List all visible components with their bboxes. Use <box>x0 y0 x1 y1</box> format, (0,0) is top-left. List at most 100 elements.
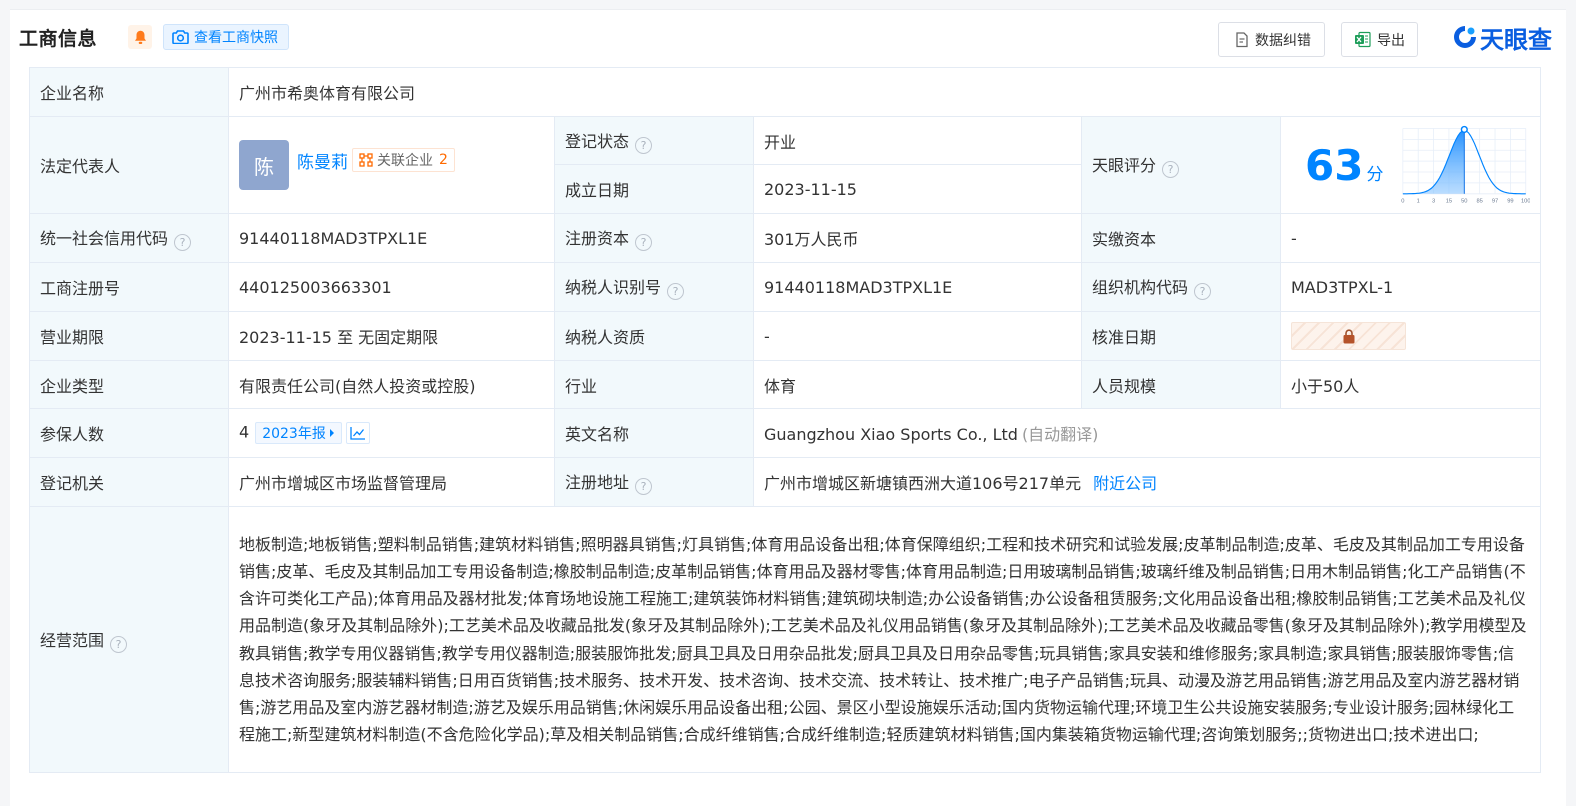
score-label-cell: 天眼评分? <box>1081 116 1281 214</box>
chart-tick-label: 3 <box>1432 198 1435 204</box>
annual-report-button[interactable]: 2023年报 <box>255 422 342 444</box>
help-icon[interactable]: ? <box>174 234 192 251</box>
reg-capital-label: 注册资本 <box>565 229 630 248</box>
authority-value: 广州市增城区市场监督管理局 <box>228 457 555 507</box>
legal-rep-name-link[interactable]: 陈曼莉 <box>297 153 348 173</box>
row-authority: 登记机关 广州市增城区市场监督管理局 注册地址? 广州市增城区新塘镇西洲大道10… <box>29 457 1542 507</box>
view-snapshot-button[interactable]: 查看工商快照 <box>163 24 289 50</box>
help-icon[interactable]: ? <box>667 283 685 300</box>
status-value: 开业 <box>753 116 1082 165</box>
row-reg-no: 工商注册号 440125003663301 纳税人识别号? 91440118MA… <box>29 262 1542 312</box>
line-chart-icon <box>350 427 365 440</box>
address-label: 注册地址 <box>565 473 630 492</box>
avatar[interactable]: 陈 <box>239 140 289 190</box>
reg-no-value: 440125003663301 <box>228 262 555 312</box>
credit-code-value: 91440118MAD3TPXL1E <box>228 213 555 263</box>
authority-label: 登记机关 <box>29 457 229 507</box>
scope-value: 地板制造;地板销售;塑料制品销售;建筑材料销售;照明器具销售;灯具销售;体育用品… <box>227 506 1542 773</box>
paid-capital-label: 实缴资本 <box>1081 213 1281 263</box>
insured-value: 4 <box>239 422 250 442</box>
export-button[interactable]: 导出 <box>1341 22 1418 57</box>
tax-qual-label: 纳税人资质 <box>554 311 754 361</box>
lock-icon <box>1343 328 1354 343</box>
score-distribution-chart: 0 1 3 15 50 85 97 99 100 <box>1402 125 1530 204</box>
reg-capital-value: 301万人民币 <box>753 213 1082 263</box>
term-value: 2023-11-15 至 无固定期限 <box>228 311 555 361</box>
row-scope: 经营范围? 地板制造;地板销售;塑料制品销售;建筑材料销售;照明器具销售;灯具销… <box>29 506 1542 773</box>
caret-right-icon <box>329 429 334 437</box>
status-label: 登记状态 <box>565 131 630 151</box>
row-term: 营业期限 2023-11-15 至 无固定期限 纳税人资质 - 核准日期 <box>29 311 1542 361</box>
help-icon[interactable]: ? <box>1162 161 1180 178</box>
help-icon[interactable]: ? <box>635 234 653 251</box>
address-label-cell: 注册地址? <box>554 457 754 507</box>
data-correction-button[interactable]: 数据纠错 <box>1218 22 1325 57</box>
type-label: 企业类型 <box>29 360 229 409</box>
help-icon[interactable]: ? <box>1194 283 1212 300</box>
term-label: 营业期限 <box>29 311 229 361</box>
org-code-label-cell: 组织机构代码? <box>1081 262 1281 312</box>
paid-capital-value: - <box>1279 213 1542 263</box>
related-companies-button[interactable]: 关联企业 2 <box>352 148 455 172</box>
related-companies-label: 关联企业 <box>377 153 433 169</box>
nearby-companies-link[interactable]: 附近公司 <box>1093 474 1157 493</box>
org-code-value: MAD3TPXL-1 <box>1279 262 1542 312</box>
help-icon[interactable]: ? <box>110 635 128 653</box>
scope-label-cell: 经营范围? <box>29 506 229 773</box>
approve-date-label: 核准日期 <box>1081 311 1281 361</box>
score-value: 63 <box>1305 140 1364 190</box>
english-name-value: Guangzhou Xiao Sports Co., Ltd <box>764 425 1018 444</box>
reg-capital-label-cell: 注册资本? <box>554 213 754 263</box>
chart-marker-dot <box>1461 125 1469 134</box>
company-name-value: 广州市希奥体育有限公司 <box>227 67 1542 117</box>
founded-label: 成立日期 <box>554 164 754 214</box>
english-name-cell: Guangzhou Xiao Sports Co., Ltd (自动翻译) <box>752 408 1542 458</box>
document-edit-icon <box>1236 31 1248 47</box>
score-cell[interactable]: 63 分 0 1 3 15 50 85 97 99 100 <box>1279 116 1542 214</box>
tianyancha-logo: 天眼查 <box>1452 22 1552 54</box>
view-snapshot-label: 查看工商快照 <box>194 30 278 46</box>
network-icon <box>359 153 373 167</box>
score-label: 天眼评分 <box>1092 156 1157 175</box>
credit-code-label-cell: 统一社会信用代码? <box>29 213 229 263</box>
credit-code-label: 统一社会信用代码 <box>40 229 169 248</box>
address-value: 广州市增城区新塘镇西洲大道106号217单元 <box>764 474 1082 493</box>
org-code-label: 组织机构代码 <box>1092 278 1189 297</box>
locked-value-button[interactable] <box>1291 322 1406 350</box>
chart-tick-label: 50 <box>1462 198 1468 204</box>
type-value: 有限责任公司(自然人投资或控股) <box>228 360 555 409</box>
logo-eye-icon <box>1454 26 1476 48</box>
english-name-label: 英文名称 <box>554 408 754 458</box>
row-credit-code: 统一社会信用代码? 91440118MAD3TPXL1E 注册资本? 301万人… <box>29 213 1542 263</box>
insured-label: 参保人数 <box>29 408 229 458</box>
camera-icon <box>172 30 189 44</box>
annual-report-label: 2023年报 <box>262 426 326 442</box>
taxpayer-id-label: 纳税人识别号 <box>565 278 662 297</box>
industry-label: 行业 <box>554 360 754 409</box>
taxpayer-id-value: 91440118MAD3TPXL1E <box>753 262 1082 312</box>
bell-icon[interactable] <box>128 25 152 49</box>
row-company-name: 企业名称 广州市希奥体育有限公司 <box>29 67 1542 117</box>
chart-tick-label: 99 <box>1508 198 1514 204</box>
taxpayer-id-label-cell: 纳税人识别号? <box>554 262 754 312</box>
trend-chart-button[interactable] <box>345 422 370 444</box>
row-type: 企业类型 有限责任公司(自然人投资或控股) 行业 体育 人员规模 小于50人 <box>29 360 1542 409</box>
reg-no-label: 工商注册号 <box>29 262 229 312</box>
help-icon[interactable]: ? <box>635 478 653 495</box>
score-unit: 分 <box>1366 164 1384 185</box>
company-name-label: 企业名称 <box>29 67 229 117</box>
status-label-cell: 登记状态? <box>554 116 754 165</box>
section-title: 工商信息 <box>19 28 98 50</box>
section-header: 工商信息 查看工商快照 数据纠错 导出 天眼查 <box>18 16 1558 58</box>
industry-value: 体育 <box>753 360 1082 409</box>
export-label: 导出 <box>1377 32 1405 49</box>
chart-tick-label: 15 <box>1446 198 1452 204</box>
chart-tick-label: 100 <box>1521 198 1530 204</box>
tax-qual-value: - <box>753 311 1082 361</box>
business-info-table: 企业名称 广州市希奥体育有限公司 法定代表人 陈陈曼莉 关联企业 2 登记状态? 开… <box>29 67 1542 773</box>
legal-rep-label: 法定代表人 <box>29 116 229 214</box>
data-correction-label: 数据纠错 <box>1255 32 1311 49</box>
help-icon[interactable]: ? <box>635 136 653 154</box>
insured-cell: 4 2023年报 <box>228 408 555 458</box>
row-legal-rep: 法定代表人 陈陈曼莉 关联企业 2 登记状态? 开业 天眼评分? 63 分 0 1 3 15… <box>29 116 1542 214</box>
